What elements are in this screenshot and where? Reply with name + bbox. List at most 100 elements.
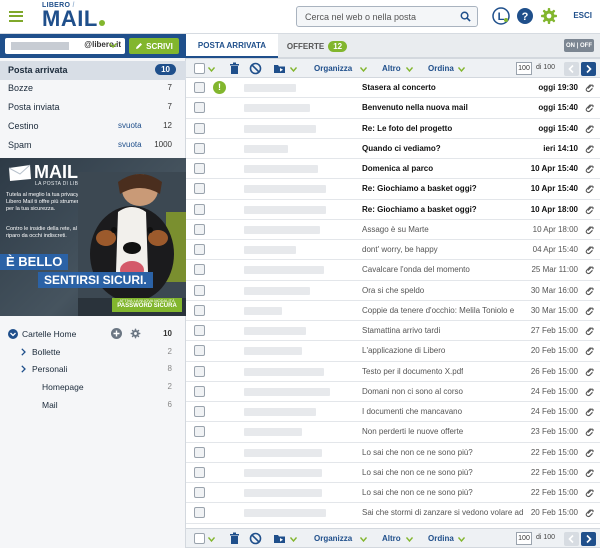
message-checkbox[interactable] [194,223,205,235]
chevron-down-icon[interactable] [458,537,465,542]
chevron-right-icon[interactable] [21,348,26,356]
message-row[interactable]: Re: Giochiamo a basket oggi? 10 Apr 15:40 [186,179,600,200]
move-to-folder-icon[interactable] [273,62,286,75]
trash-icon[interactable] [228,532,241,545]
chevron-down-icon[interactable] [458,67,465,72]
logout-button[interactable]: ESCI [573,11,592,20]
other-actions-menu[interactable]: Altro [382,64,401,73]
message-checkbox[interactable] [194,406,205,417]
folder-inbox[interactable]: Posta arrivata 10 [0,61,186,80]
folder-drafts[interactable]: Bozze 7 [0,79,186,98]
prev-page-button[interactable] [564,62,579,76]
message-row[interactable]: Sai che stormi di zanzare si vedono vola… [186,503,600,524]
tree-item-personali[interactable]: Personali 8 [0,361,186,379]
message-checkbox[interactable] [194,426,205,438]
help-icon[interactable]: ? [516,7,534,25]
ad-cta-button[interactable]: ATTIVA LA NUOVA MODALITÀ PASSWORD SICURA [112,298,182,312]
message-checkbox[interactable] [194,82,205,93]
compose-button[interactable]: SCRIVI [129,38,179,54]
chevron-down-icon[interactable] [208,67,215,72]
settings-gear-icon[interactable] [540,7,558,25]
message-checkbox[interactable] [194,304,205,316]
chevron-down-icon[interactable] [360,67,367,72]
next-page-button[interactable] [581,62,596,76]
libero-account-icon[interactable]: L [492,7,510,25]
message-row[interactable]: dont' worry, be happy 04 Apr 15:40 [186,240,600,261]
message-checkbox[interactable] [194,345,205,357]
add-folder-icon[interactable] [111,328,122,339]
message-checkbox[interactable] [194,163,205,174]
prev-page-button[interactable] [564,532,579,546]
message-checkbox[interactable] [194,264,205,276]
advertisement-banner[interactable]: MAIL LA POSTA DI LIBERO Tutela al meglio… [0,158,186,316]
message-row[interactable]: Domenica al parco 10 Apr 15:40 [186,159,600,180]
message-checkbox[interactable] [194,142,205,154]
message-row[interactable]: Assago è su Marte 10 Apr 18:00 [186,220,600,240]
chevron-down-icon[interactable] [109,43,117,48]
account-selector[interactable]: @libero.it [5,38,125,54]
hamburger-menu-button[interactable] [0,0,32,32]
folder-spam[interactable]: Spam svuota 1000 [0,136,186,155]
message-row[interactable]: Re: Giochiamo a basket oggi? 10 Apr 18:00 [186,200,600,220]
sort-menu[interactable]: Ordina [428,64,454,73]
folder-sent[interactable]: Posta inviata 7 [0,98,186,117]
empty-spam-link[interactable]: svuota [118,140,142,149]
message-checkbox[interactable] [194,183,205,195]
message-checkbox[interactable] [194,487,205,498]
message-row[interactable]: Stamattina arrivo tardi 27 Feb 15:00 [186,321,600,342]
trash-icon[interactable] [228,62,241,75]
folder-trash[interactable]: Cestino svuota 12 [0,117,186,136]
message-checkbox[interactable] [194,102,205,114]
tab-inbox[interactable]: POSTA ARRIVATA [186,34,278,58]
message-row[interactable]: Non perderti le nuove offerte 23 Feb 15:0… [186,422,600,443]
tree-root-home-folders[interactable]: Cartelle Home 10 [0,326,186,344]
chevron-down-icon[interactable] [406,67,413,72]
folder-settings-gear-icon[interactable] [130,328,141,339]
message-row[interactable]: Lo sai che non ce ne sono più? 22 Feb 15:… [186,463,600,483]
libero-mail-logo[interactable]: LIBERO / MAIL [42,2,105,30]
message-row[interactable]: ! Stasera al concerto oggi 19:30 [186,78,600,99]
message-row[interactable]: Testo per il documento X.pdf 26 Feb 15:00 [186,362,600,382]
sort-menu[interactable]: Ordina [428,534,454,543]
next-page-button[interactable] [581,532,596,546]
message-row[interactable]: Benvenuto nella nuova mail oggi 15:40 [186,98,600,119]
message-checkbox[interactable] [194,365,205,377]
message-row[interactable]: L'applicazione di Libero 20 Feb 15:00 [186,341,600,362]
message-checkbox[interactable] [194,203,205,215]
tree-item-mail[interactable]: Mail 6 [0,397,186,415]
select-all-checkbox[interactable] [194,63,205,74]
message-checkbox[interactable] [194,385,205,397]
message-row[interactable]: Ora si che speldo 30 Mar 16:00 [186,281,600,301]
message-row[interactable]: Lo sai che non ce ne sono più? 22 Feb 15:… [186,443,600,463]
chevron-down-icon[interactable] [208,537,215,542]
message-row[interactable]: Coppie da tenere d'occhio: Melila Toniol… [186,301,600,321]
chevron-down-icon[interactable] [290,67,297,72]
block-spam-icon[interactable] [249,532,262,545]
message-checkbox[interactable] [194,122,205,134]
message-checkbox[interactable] [194,446,205,458]
tree-item-homepage[interactable]: Homepage 2 [0,379,186,397]
move-to-folder-icon[interactable] [273,532,286,545]
chevron-down-icon[interactable] [290,537,297,542]
empty-trash-link[interactable]: svuota [118,121,142,130]
message-checkbox[interactable] [194,244,205,255]
message-row[interactable]: Lo sai che non ce ne sono più? 22 Feb 15:… [186,483,600,504]
search-icon[interactable] [460,11,471,22]
chevron-right-icon[interactable] [21,365,26,373]
tree-item-bollette[interactable]: Bollette 2 [0,344,186,362]
organize-menu[interactable]: Organizza [314,534,352,543]
message-checkbox[interactable] [194,284,205,296]
collapse-circle-icon[interactable] [8,329,18,339]
message-row[interactable]: I documenti che mancavano 24 Feb 15:00 [186,402,600,423]
message-row[interactable]: Quando ci vediamo? ieri 14:10 [186,139,600,159]
chevron-down-icon[interactable] [406,537,413,542]
other-actions-menu[interactable]: Altro [382,534,401,543]
message-checkbox[interactable] [194,466,205,478]
offers-toggle-switch[interactable]: ON | OFF [564,39,594,52]
page-size-input[interactable]: 100 [516,62,532,75]
message-row[interactable]: Re: Le foto del progetto oggi 15:40 [186,119,600,139]
select-all-checkbox[interactable] [194,533,205,544]
message-checkbox[interactable] [194,507,205,519]
page-size-input[interactable]: 100 [516,532,532,545]
organize-menu[interactable]: Organizza [314,64,352,73]
